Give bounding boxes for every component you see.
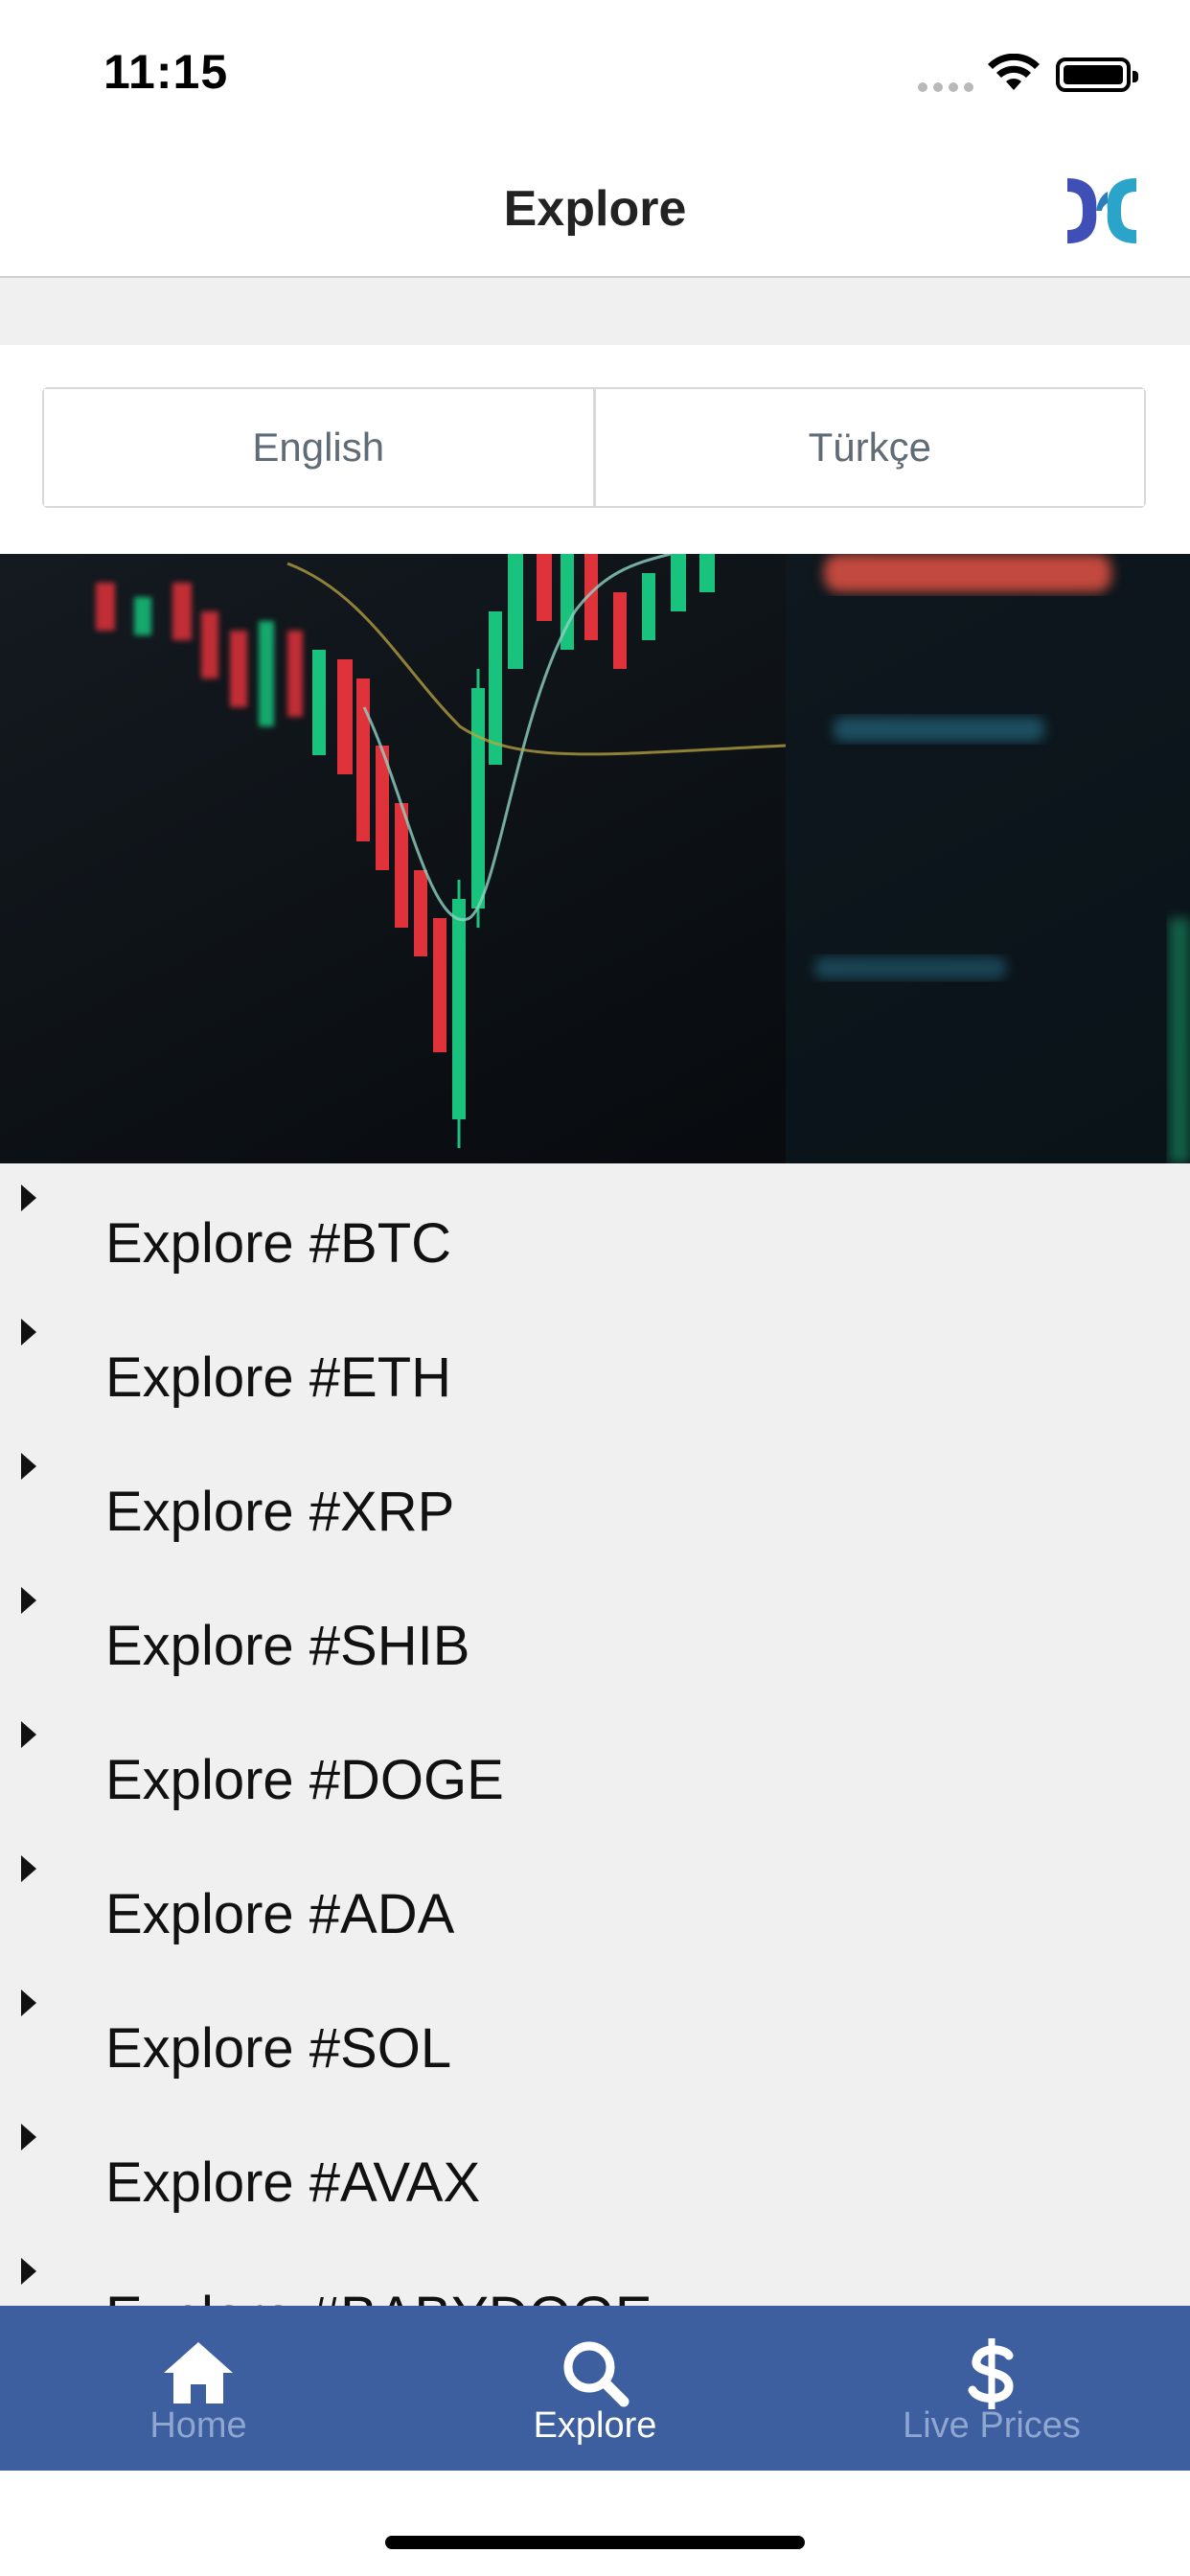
list-item-shib[interactable]: Explore #SHIB bbox=[0, 1566, 1190, 1700]
home-icon bbox=[164, 2342, 233, 2404]
page-title: Explore bbox=[503, 181, 687, 237]
list-item-doge[interactable]: Explore #DOGE bbox=[0, 1700, 1190, 1834]
list-item-label: Explore #SHIB bbox=[105, 1615, 470, 1677]
language-option-english[interactable]: English bbox=[44, 389, 593, 506]
candlestick-chart-image bbox=[0, 554, 1190, 1163]
list-item-sol[interactable]: Explore #SOL bbox=[0, 1968, 1190, 2103]
list-item-label: Explore #AVAX bbox=[105, 2151, 481, 2214]
list-item-btc[interactable]: Explore #BTC bbox=[0, 1163, 1190, 1298]
explore-list: Explore #BTC Explore #ETH Explore #XRP E… bbox=[0, 1163, 1190, 2306]
tab-live-prices[interactable]: Live Prices bbox=[793, 2306, 1190, 2471]
disclosure-caret-icon bbox=[21, 1855, 36, 1882]
list-item-avax[interactable]: Explore #AVAX bbox=[0, 2103, 1190, 2237]
disclosure-caret-icon bbox=[21, 1587, 36, 1614]
tab-label: Live Prices bbox=[903, 2405, 1081, 2446]
list-item-label: Explore #DOGE bbox=[105, 1749, 504, 1811]
list-item-label: Explore #BTC bbox=[105, 1212, 452, 1275]
search-icon bbox=[563, 2341, 629, 2407]
home-indicator[interactable] bbox=[385, 2536, 805, 2549]
disclosure-caret-icon bbox=[21, 1721, 36, 1748]
list-item-ada[interactable]: Explore #ADA bbox=[0, 1834, 1190, 1968]
disclosure-caret-icon bbox=[21, 2124, 36, 2150]
separator-strip bbox=[0, 278, 1190, 345]
language-segmented-control: English Türkçe bbox=[42, 387, 1146, 508]
tab-home[interactable]: Home bbox=[0, 2306, 397, 2471]
battery-icon bbox=[1056, 58, 1138, 92]
tab-label: Home bbox=[149, 2405, 247, 2446]
list-item-label: Explore #ETH bbox=[105, 1346, 452, 1409]
dollar-icon bbox=[968, 2338, 1014, 2409]
navigation-bar: Explore bbox=[0, 144, 1190, 278]
list-item-eth[interactable]: Explore #ETH bbox=[0, 1298, 1190, 1432]
tab-label: Explore bbox=[533, 2405, 657, 2446]
disclosure-caret-icon bbox=[21, 1184, 36, 1211]
tab-bar: Home Explore Live Prices bbox=[0, 2306, 1190, 2471]
hero-candlestick-image bbox=[0, 554, 1190, 1163]
disclosure-caret-icon bbox=[21, 1990, 36, 2016]
disclosure-caret-icon bbox=[21, 2258, 36, 2285]
tab-explore[interactable]: Explore bbox=[397, 2306, 793, 2471]
list-item-label: Explore #ADA bbox=[105, 1883, 455, 1945]
wifi-icon bbox=[988, 54, 1040, 90]
list-item-babydoge[interactable]: Explore #BABYDOGE bbox=[0, 2237, 1190, 2306]
list-item-label: Explore #BABYDOGE bbox=[105, 2285, 652, 2306]
status-bar: 11:15 bbox=[0, 0, 1190, 144]
list-item-label: Explore #XRP bbox=[105, 1481, 455, 1543]
disclosure-caret-icon bbox=[21, 1453, 36, 1480]
disclosure-caret-icon bbox=[21, 1319, 36, 1346]
brand-logo-icon[interactable] bbox=[1062, 171, 1142, 251]
list-item-label: Explore #SOL bbox=[105, 2017, 452, 2080]
language-option-turkish[interactable]: Türkçe bbox=[592, 389, 1144, 506]
status-time: 11:15 bbox=[103, 45, 229, 99]
language-section: English Türkçe bbox=[0, 345, 1190, 554]
list-item-xrp[interactable]: Explore #XRP bbox=[0, 1432, 1190, 1566]
home-indicator-area bbox=[0, 2471, 1190, 2576]
cellular-signal-icon bbox=[918, 82, 975, 92]
